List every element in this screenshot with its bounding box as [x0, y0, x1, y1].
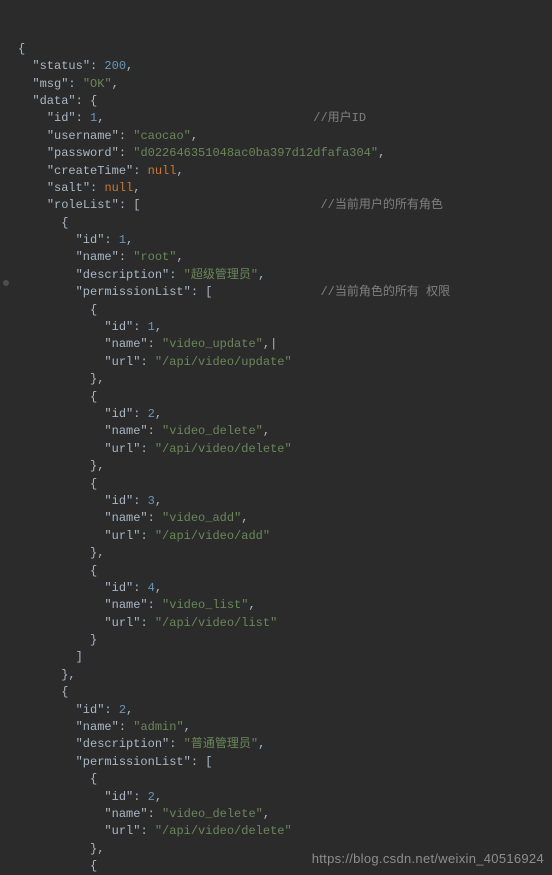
r0p2-url: /api/video/add [162, 529, 263, 543]
r0p3-id: 4 [148, 581, 155, 595]
password-value: d022646351048ac0ba397d12dfafa304 [140, 146, 370, 160]
r0p0-name: video_update [169, 337, 255, 351]
r0p1-id: 2 [148, 407, 155, 421]
role0-id: 1 [119, 233, 126, 247]
role1-id: 2 [119, 703, 126, 717]
r0p2-name: video_add [169, 511, 234, 525]
username-value: caocao [140, 129, 183, 143]
r0p0-id: 1 [148, 320, 155, 334]
gutter-mark-icon [3, 280, 9, 286]
msg-value: OK [90, 77, 104, 91]
r1p0-url: /api/video/delete [162, 824, 284, 838]
r0p2-id: 3 [148, 494, 155, 508]
role0-desc: 超级管理员 [191, 268, 251, 282]
status-value: 200 [104, 59, 126, 73]
role0-name: root [140, 250, 169, 264]
comment-user-id: //用户ID [313, 111, 366, 125]
r0p3-url: /api/video/list [162, 616, 270, 630]
code-editor[interactable]: { "status": 200, "msg": "OK", "data": { … [0, 0, 552, 875]
r0p0-url: /api/video/update [162, 355, 284, 369]
r1p0-id: 2 [148, 790, 155, 804]
role1-name: admin [140, 720, 176, 734]
r0p3-name: video_list [169, 598, 241, 612]
watermark-text: https://blog.csdn.net/weixin_40516924 [312, 850, 544, 869]
comment-perm-list: //当前角色的所有 权限 [320, 285, 450, 299]
comment-role-list: //当前用户的所有角色 [320, 198, 442, 212]
r1p0-name: video_delete [169, 807, 255, 821]
r0p1-name: video_delete [169, 424, 255, 438]
r0p1-url: /api/video/delete [162, 442, 284, 456]
role1-desc: 普通管理员 [191, 737, 251, 751]
